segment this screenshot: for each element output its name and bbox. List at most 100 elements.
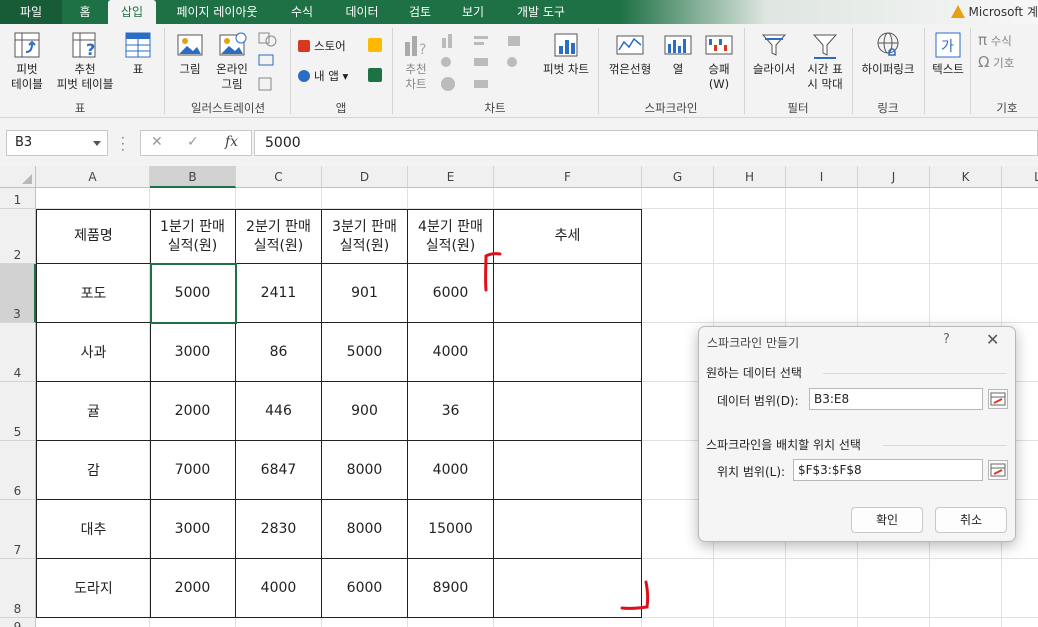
- row-header-6[interactable]: 6: [0, 441, 36, 500]
- range-picker-icon[interactable]: [988, 460, 1008, 480]
- table-cell[interactable]: 도라지: [36, 559, 151, 618]
- sparkline-column-button[interactable]: 열: [658, 30, 698, 77]
- hyperlink-button[interactable]: 하이퍼링크: [856, 30, 920, 77]
- table-header-cell[interactable]: 3분기 판매 실적(원): [322, 209, 408, 264]
- tab-review[interactable]: 검토: [396, 0, 444, 24]
- column-header-k[interactable]: K: [930, 166, 1002, 188]
- enter-icon[interactable]: ✓: [187, 134, 199, 150]
- table-cell[interactable]: 6847: [236, 441, 322, 500]
- ok-button[interactable]: 확인: [851, 507, 923, 533]
- table-cell[interactable]: 4000: [408, 441, 494, 500]
- row-header-7[interactable]: 7: [0, 500, 36, 559]
- equation-button[interactable]: π 수식: [978, 32, 1012, 49]
- table-cell[interactable]: 2000: [150, 559, 236, 618]
- table-cell[interactable]: 8000: [322, 500, 408, 559]
- bing-icon[interactable]: [368, 38, 382, 52]
- table-cell[interactable]: 8000: [322, 441, 408, 500]
- select-all-button[interactable]: [0, 166, 36, 188]
- tab-file[interactable]: 파일: [0, 0, 62, 24]
- shapes-smartart-icon[interactable]: [256, 30, 282, 96]
- cancel-icon[interactable]: ✕: [151, 134, 163, 150]
- data-range-input[interactable]: B3:E8: [809, 388, 983, 410]
- column-header-h[interactable]: H: [714, 166, 786, 188]
- table-cell[interactable]: 5000: [150, 264, 236, 323]
- account-area[interactable]: Microsoft 계: [950, 3, 1038, 21]
- table-header-cell[interactable]: 추세: [494, 209, 642, 264]
- insert-function-icon[interactable]: fx: [225, 134, 238, 150]
- column-header-a[interactable]: A: [36, 166, 150, 188]
- tab-page-layout[interactable]: 페이지 레이아웃: [162, 0, 272, 24]
- sparkline-winloss-button[interactable]: 승패 (W): [700, 30, 738, 92]
- table-cell[interactable]: [494, 382, 642, 441]
- table-cell[interactable]: 사과: [36, 323, 151, 382]
- pivot-table-button[interactable]: 피벗 테이블: [4, 30, 50, 92]
- table-cell[interactable]: 6000: [322, 559, 408, 618]
- column-header-i[interactable]: I: [786, 166, 858, 188]
- sparkline-line-button[interactable]: 꺾은선형: [604, 30, 656, 77]
- range-picker-icon[interactable]: [988, 389, 1008, 409]
- tab-view[interactable]: 보기: [450, 0, 496, 24]
- row-header-3[interactable]: 3: [0, 264, 36, 323]
- table-header-cell[interactable]: 2분기 판매 실적(원): [236, 209, 322, 264]
- chart-types-icon[interactable]: [438, 30, 534, 96]
- table-cell[interactable]: 86: [236, 323, 322, 382]
- table-cell[interactable]: 4000: [236, 559, 322, 618]
- table-cell[interactable]: 4000: [408, 323, 494, 382]
- table-cell[interactable]: 36: [408, 382, 494, 441]
- tab-formulas[interactable]: 수식: [278, 0, 326, 24]
- table-cell[interactable]: 2411: [236, 264, 322, 323]
- table-cell[interactable]: 대추: [36, 500, 151, 559]
- slicer-button[interactable]: 슬라이서: [748, 30, 800, 77]
- column-header-d[interactable]: D: [322, 166, 408, 188]
- table-cell[interactable]: 7000: [150, 441, 236, 500]
- column-header-j[interactable]: J: [858, 166, 930, 188]
- table-cell[interactable]: 감: [36, 441, 151, 500]
- text-button[interactable]: 가 텍스트: [928, 30, 968, 77]
- close-icon[interactable]: ✕: [986, 330, 999, 349]
- column-header-b[interactable]: B: [150, 166, 236, 188]
- table-cell[interactable]: 3000: [150, 500, 236, 559]
- tab-insert[interactable]: 삽입: [108, 0, 156, 24]
- table-cell[interactable]: 포도: [36, 264, 151, 323]
- recommended-chart-button[interactable]: ? 추천 차트: [398, 30, 434, 92]
- table-header-cell[interactable]: 제품명: [36, 209, 151, 264]
- picture-button[interactable]: 그림: [172, 30, 208, 77]
- table-header-cell[interactable]: 1분기 판매 실적(원): [150, 209, 236, 264]
- table-cell[interactable]: 귤: [36, 382, 151, 441]
- row-header-4[interactable]: 4: [0, 323, 36, 382]
- table-button[interactable]: 표: [120, 30, 156, 77]
- column-header-e[interactable]: E: [408, 166, 494, 188]
- table-cell[interactable]: [494, 323, 642, 382]
- table-cell[interactable]: 2830: [236, 500, 322, 559]
- row-header-8[interactable]: 8: [0, 559, 36, 618]
- table-cell[interactable]: [494, 264, 642, 323]
- table-cell[interactable]: 2000: [150, 382, 236, 441]
- cancel-button[interactable]: 취소: [935, 507, 1007, 533]
- timeline-button[interactable]: 시간 표 시 막대: [802, 30, 848, 92]
- table-cell[interactable]: 446: [236, 382, 322, 441]
- column-header-f[interactable]: F: [494, 166, 642, 188]
- table-cell[interactable]: 8900: [408, 559, 494, 618]
- table-cell[interactable]: [494, 441, 642, 500]
- recommended-pivot-button[interactable]: ? 추천 피벗 테이블: [52, 30, 118, 92]
- row-header-5[interactable]: 5: [0, 382, 36, 441]
- formula-input[interactable]: 5000: [254, 130, 1038, 156]
- people-graph-icon[interactable]: [368, 68, 382, 82]
- my-apps-button[interactable]: 내 앱 ▾: [298, 68, 348, 84]
- table-cell[interactable]: 901: [322, 264, 408, 323]
- name-box[interactable]: B3: [6, 130, 108, 156]
- table-cell[interactable]: [494, 500, 642, 559]
- row-header-1[interactable]: 1: [0, 188, 36, 209]
- symbol-button[interactable]: Ω 기호: [978, 54, 1014, 71]
- table-cell[interactable]: 15000: [408, 500, 494, 559]
- store-button[interactable]: 스토어: [298, 38, 346, 54]
- row-header-2[interactable]: 2: [0, 209, 36, 264]
- column-header-g[interactable]: G: [642, 166, 714, 188]
- row-header-9[interactable]: 9: [0, 618, 36, 627]
- location-range-input[interactable]: $F$3:$F$8: [793, 459, 983, 481]
- pivot-chart-button[interactable]: 피벗 차트: [538, 30, 594, 77]
- column-header-l[interactable]: L: [1002, 166, 1038, 188]
- online-picture-button[interactable]: 온라인 그림: [210, 30, 254, 92]
- table-cell[interactable]: 3000: [150, 323, 236, 382]
- column-header-c[interactable]: C: [236, 166, 322, 188]
